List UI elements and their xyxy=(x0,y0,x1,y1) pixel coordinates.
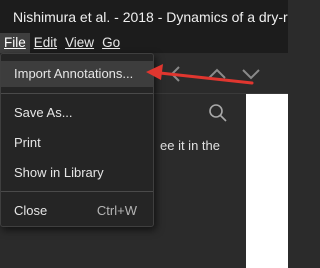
chevron-up-icon[interactable] xyxy=(206,63,228,85)
menu-file[interactable]: File xyxy=(0,33,30,53)
menu-view-label: View xyxy=(65,35,95,50)
chevron-left-icon[interactable] xyxy=(165,63,187,85)
file-menu-dropdown: Import Annotations... Save As... Print S… xyxy=(0,53,154,227)
menu-edit-label: Edit xyxy=(33,35,58,50)
menu-item-close[interactable]: Close Ctrl+W xyxy=(1,198,153,224)
window-title: Nishimura et al. - 2018 - Dynamics of a … xyxy=(13,8,288,25)
menu-item-close-label: Close xyxy=(14,203,48,218)
menu-edit[interactable]: Edit xyxy=(30,33,61,53)
menu-item-show-in-library[interactable]: Show in Library xyxy=(1,160,153,186)
menu-item-save-as-label: Save As... xyxy=(14,105,73,120)
menu-item-save-as[interactable]: Save As... xyxy=(1,100,153,126)
menu-file-label: File xyxy=(4,35,26,50)
title-bar: Nishimura et al. - 2018 - Dynamics of a … xyxy=(0,0,288,33)
pane-divider xyxy=(234,94,246,268)
menu-item-show-in-library-label: Show in Library xyxy=(14,165,104,180)
menu-bar: File Edit View Go xyxy=(0,33,288,53)
document-page xyxy=(246,94,288,268)
menu-item-print-label: Print xyxy=(14,135,41,150)
menu-go[interactable]: Go xyxy=(98,33,124,53)
close-shortcut: Ctrl+W xyxy=(96,203,137,218)
menu-separator xyxy=(1,191,153,192)
menu-item-import-annotations[interactable]: Import Annotations... xyxy=(1,61,153,87)
menu-separator xyxy=(1,93,153,94)
chevron-down-icon[interactable] xyxy=(240,63,262,85)
menu-go-label: Go xyxy=(102,35,121,50)
search-icon[interactable] xyxy=(208,103,228,123)
menu-item-import-annotations-label: Import Annotations... xyxy=(14,66,134,81)
sidebar-text: ee it in the xyxy=(160,138,220,153)
menu-item-print[interactable]: Print xyxy=(1,130,153,156)
menu-view[interactable]: View xyxy=(61,33,98,53)
